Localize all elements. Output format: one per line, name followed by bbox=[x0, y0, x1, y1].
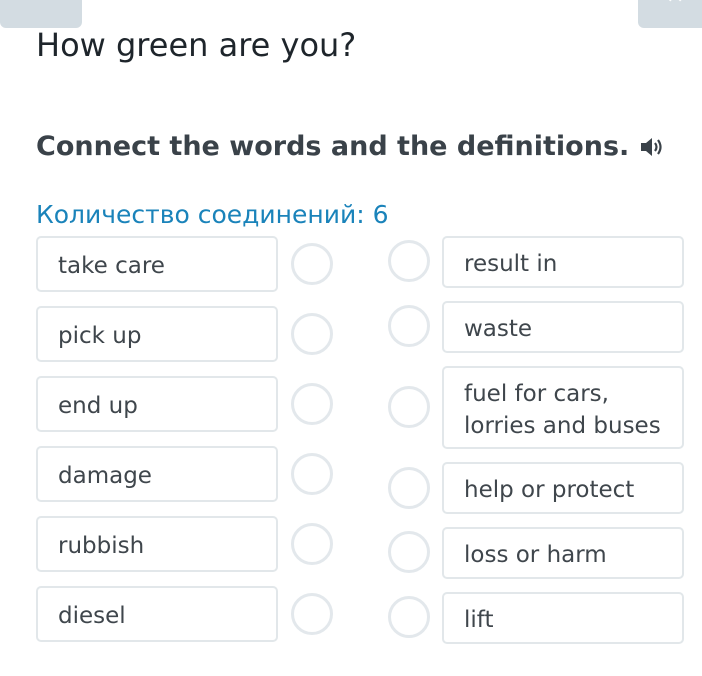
left-card-4[interactable]: damage bbox=[36, 446, 278, 502]
right-connector-2[interactable] bbox=[388, 305, 430, 347]
left-card-6[interactable]: diesel bbox=[36, 586, 278, 642]
speaker-icon[interactable] bbox=[639, 135, 665, 159]
connections-counter: Количество соединений: 6 bbox=[36, 200, 389, 229]
right-connector-1[interactable] bbox=[388, 240, 430, 282]
left-connector-6[interactable] bbox=[291, 593, 333, 635]
left-connector-2[interactable] bbox=[291, 313, 333, 355]
menu-button[interactable] bbox=[0, 0, 82, 28]
left-connector-3[interactable] bbox=[291, 383, 333, 425]
right-card-3[interactable]: fuel for cars, lorries and buses bbox=[442, 366, 684, 449]
close-icon: ✕ bbox=[666, 0, 684, 9]
left-connector-4[interactable] bbox=[291, 453, 333, 495]
right-connector-3[interactable] bbox=[388, 386, 430, 428]
right-connector-6[interactable] bbox=[388, 596, 430, 638]
page-title: How green are you? bbox=[36, 26, 357, 64]
right-card-4[interactable]: help or protect bbox=[442, 462, 684, 514]
left-connector-5[interactable] bbox=[291, 523, 333, 565]
right-connector-4[interactable] bbox=[388, 467, 430, 509]
left-connector-1[interactable] bbox=[291, 243, 333, 285]
left-card-3[interactable]: end up bbox=[36, 376, 278, 432]
right-card-5[interactable]: loss or harm bbox=[442, 527, 684, 579]
left-card-2[interactable]: pick up bbox=[36, 306, 278, 362]
left-card-1[interactable]: take care bbox=[36, 236, 278, 292]
instruction: Connect the words and the definitions. bbox=[36, 131, 665, 162]
close-button[interactable]: ✕ bbox=[638, 0, 702, 28]
instruction-text: Connect the words and the definitions. bbox=[36, 131, 630, 162]
right-card-2[interactable]: waste bbox=[442, 301, 684, 353]
right-connector-5[interactable] bbox=[388, 531, 430, 573]
left-card-5[interactable]: rubbish bbox=[36, 516, 278, 572]
right-card-1[interactable]: result in bbox=[442, 236, 684, 288]
right-card-6[interactable]: lift bbox=[442, 592, 684, 644]
